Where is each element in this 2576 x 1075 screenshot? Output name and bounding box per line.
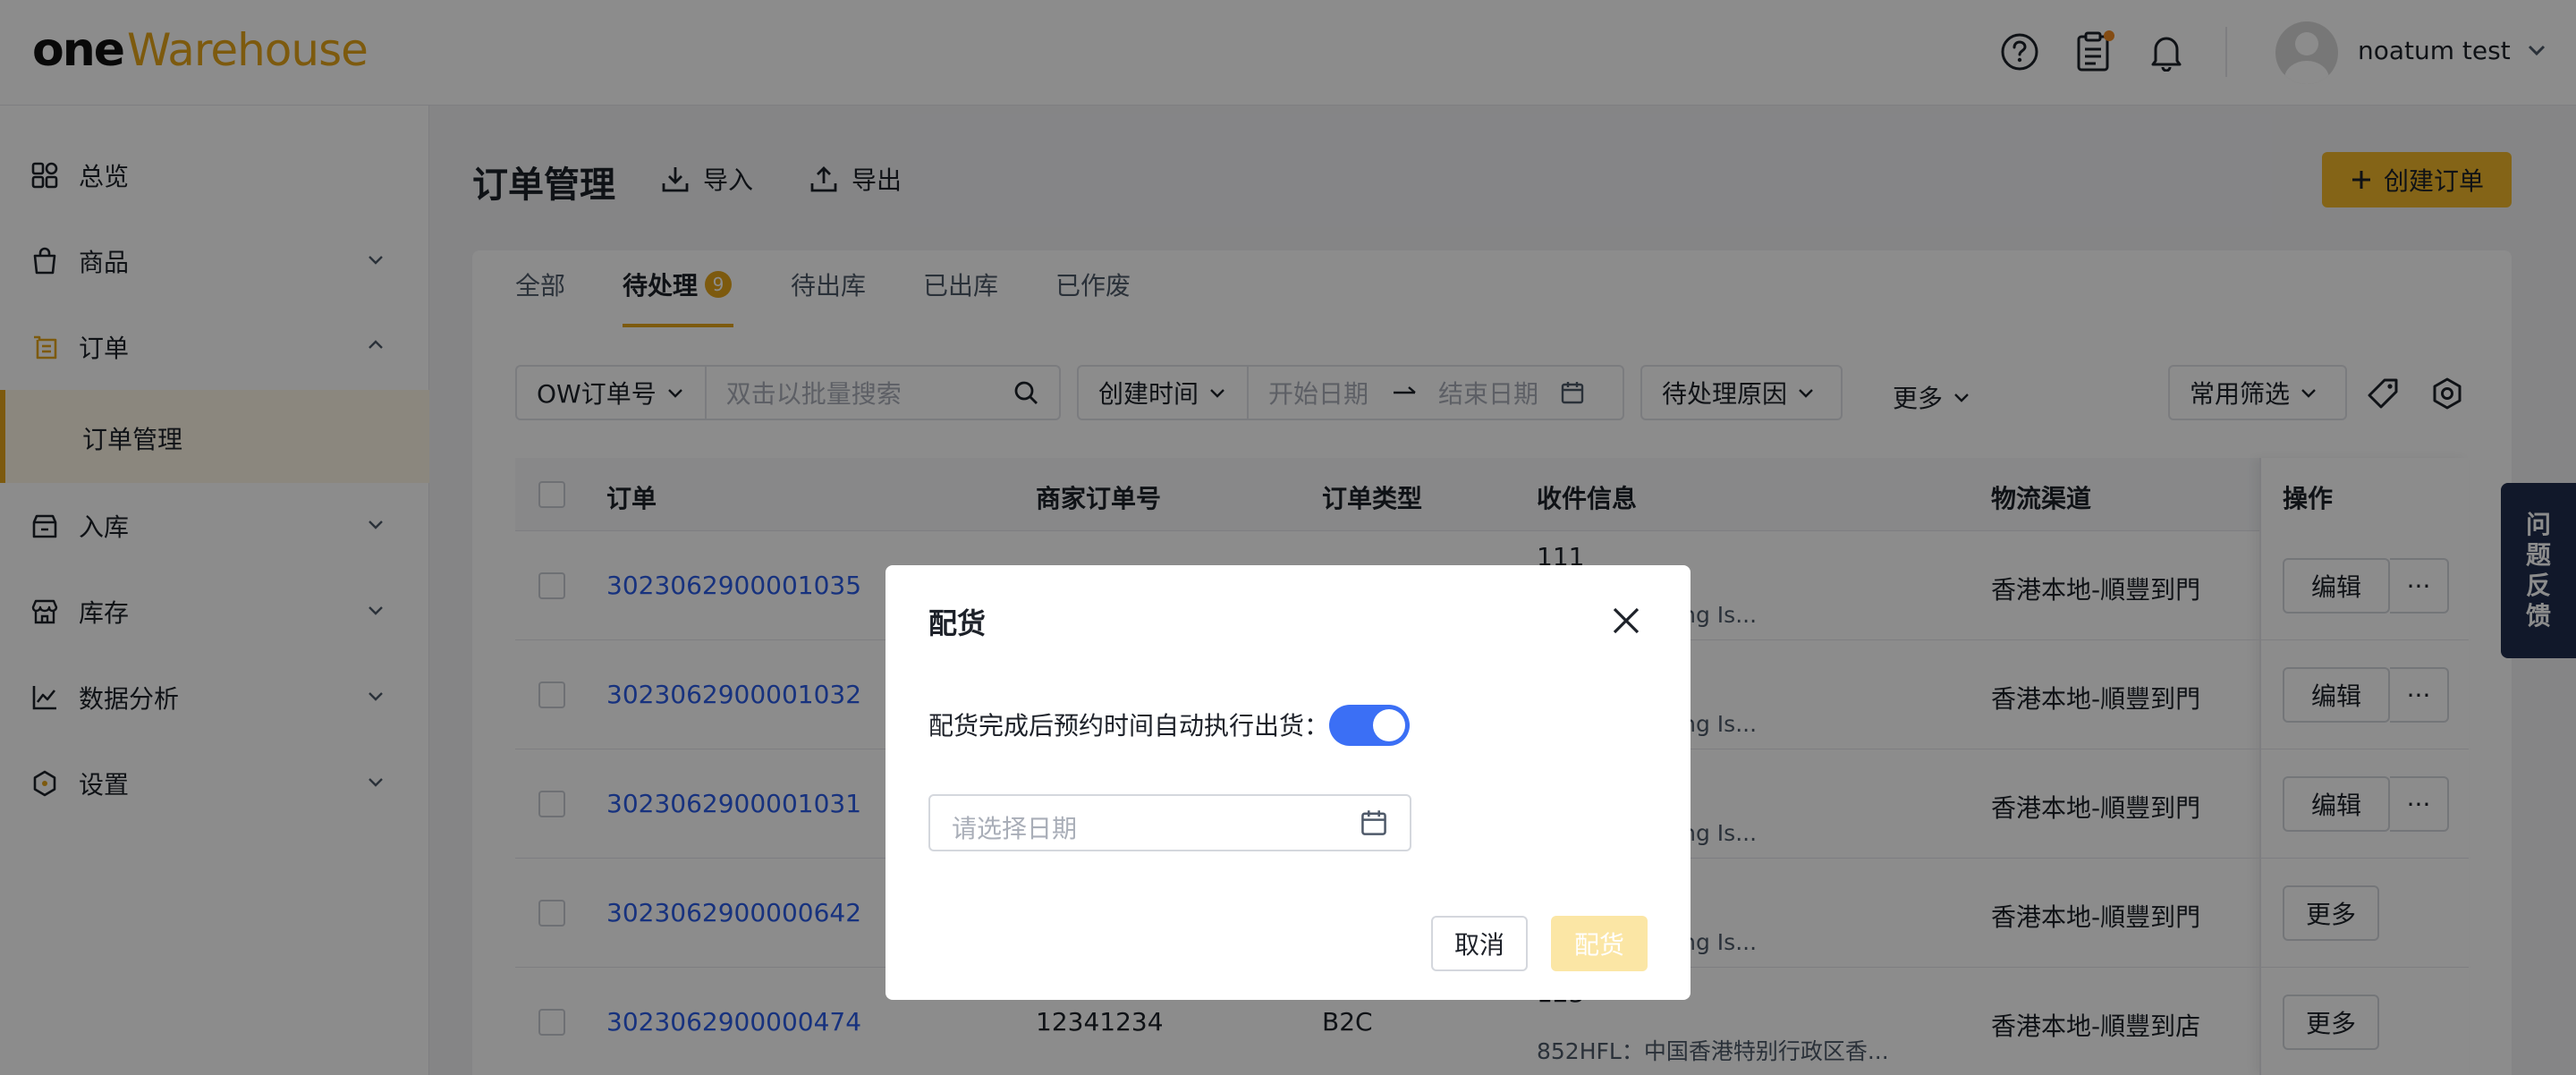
date-placeholder: 请选择日期: [952, 814, 1078, 843]
modal-title: 配货: [928, 606, 987, 640]
auto-ship-toggle[interactable]: [1329, 705, 1410, 746]
toggle-knob: [1373, 709, 1405, 741]
date-picker-input[interactable]: 请选择日期: [928, 794, 1411, 851]
cancel-button[interactable]: 取消: [1431, 916, 1528, 971]
allocate-modal: 配货 配货完成后预约时间自动执行出货： 请选择日期 取消 配货: [886, 565, 1690, 1000]
confirm-allocate-button[interactable]: 配货: [1551, 916, 1648, 971]
close-icon[interactable]: [1606, 601, 1646, 640]
calendar-icon[interactable]: [1360, 808, 1388, 841]
auto-ship-label: 配货完成后预约时间自动执行出货：: [928, 711, 1330, 741]
